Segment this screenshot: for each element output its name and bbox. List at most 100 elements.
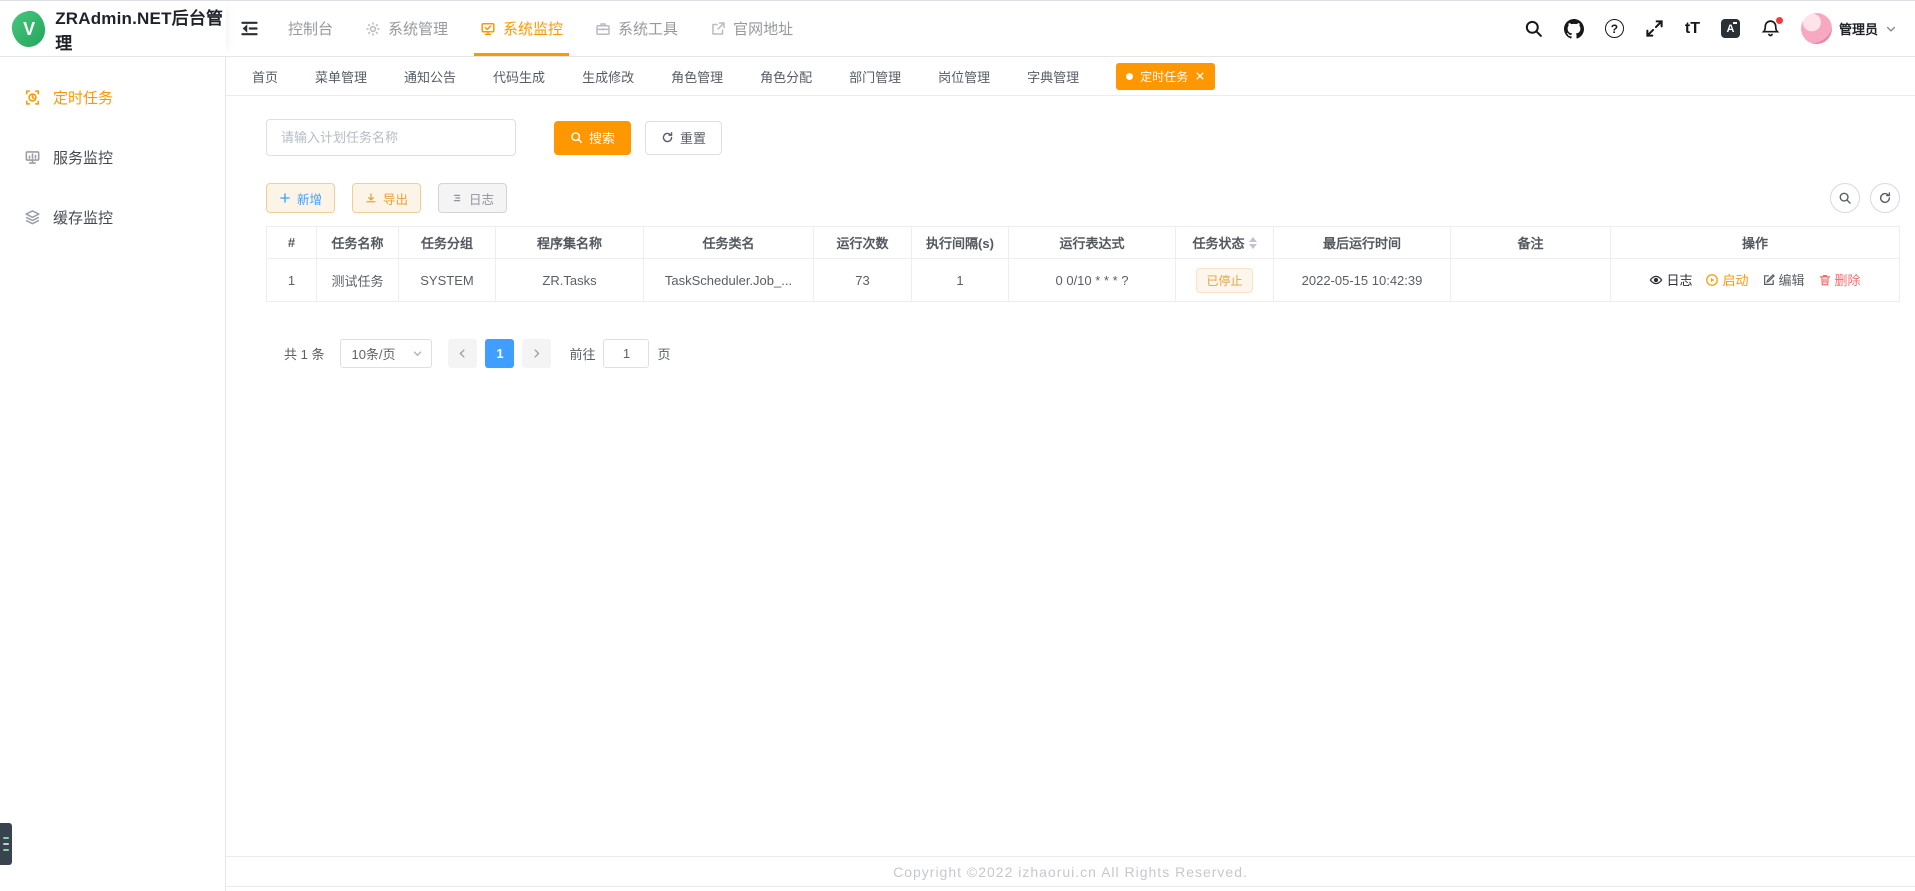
nav-item-system-monitor[interactable]: 系统监控 [464,1,579,56]
tab-role-assign[interactable]: 角色分配 [760,67,812,86]
log-button-label: 日志 [469,189,494,208]
external-link-icon [710,21,726,37]
goto-page-input[interactable] [603,339,649,368]
collapsed-panel-handle[interactable] [0,823,12,865]
cell-task-name: 测试任务 [317,259,399,302]
action-start[interactable]: 启动 [1705,270,1748,289]
status-badge: 已停止 [1196,268,1252,293]
sidebar: 定时任务 服务监控 缓存监控 [0,57,226,891]
nav-item-website[interactable]: 官网地址 [694,1,809,56]
search-button-icon [570,131,583,144]
server-monitor-icon [24,149,41,166]
export-button[interactable]: 导出 [352,183,421,213]
action-edit[interactable]: 编辑 [1762,270,1805,289]
top-nav: 控制台 系统管理 系统监控 [272,1,809,56]
sidebar-label-scheduled-tasks: 定时任务 [53,87,113,108]
notification-badge [1776,17,1783,24]
tab-post-manage[interactable]: 岗位管理 [938,67,990,86]
close-icon[interactable] [1195,71,1205,81]
prev-page-button[interactable] [448,339,477,368]
tab-role-manage[interactable]: 角色管理 [671,67,723,86]
play-circle-icon [1705,273,1719,287]
table-refresh-icon[interactable] [1870,183,1900,213]
col-run-count: 运行次数 [814,227,912,259]
content-area: 搜索 重置 新增 [226,96,1915,891]
sort-carets-icon[interactable] [1249,237,1257,249]
help-icon[interactable]: ? [1605,19,1624,38]
reset-button[interactable]: 重置 [645,121,722,155]
action-log[interactable]: 日志 [1649,270,1692,289]
cell-index: 1 [267,259,317,302]
cell-interval: 1 [912,259,1009,302]
translate-glyph: A [1727,23,1735,35]
user-avatar [1801,13,1832,44]
status-sort-header[interactable]: 任务状态 [1192,233,1256,252]
nav-system-tools-label: 系统工具 [618,18,678,39]
tab-dict-manage[interactable]: 字典管理 [1027,67,1079,86]
table-toolbar: 新增 导出 日志 [266,183,1900,213]
user-name: 管理员 [1839,19,1878,38]
sidebar-fold-icon[interactable] [226,1,272,56]
table-tools [1830,183,1900,213]
col-cron: 运行表达式 [1009,227,1176,259]
topbar: V ZRAdmin.NET后台管理 控制台 系统管理 [0,1,1915,57]
search-button[interactable]: 搜索 [554,121,631,155]
tab-home[interactable]: 首页 [252,67,278,86]
action-delete[interactable]: 删除 [1818,270,1861,289]
tab-code-gen[interactable]: 代码生成 [493,67,545,86]
nav-item-system-tools[interactable]: 系统工具 [579,1,694,56]
col-index: # [267,227,317,259]
plus-icon [279,192,291,204]
timer-icon [24,89,41,106]
search-form: 搜索 重置 [266,119,1900,156]
cell-remark [1451,259,1611,302]
nav-system-manage-label: 系统管理 [388,18,448,39]
col-interval: 执行间隔(s) [912,227,1009,259]
action-start-label: 启动 [1722,270,1748,289]
tab-scheduled-tasks-active[interactable]: 定时任务 [1116,63,1215,90]
table-search-toggle-icon[interactable] [1830,183,1860,213]
reset-button-label: 重置 [680,128,706,147]
list-icon [451,192,463,204]
table-header-row: # 任务名称 任务分组 程序集名称 任务类名 运行次数 执行间隔(s) 运行表达… [267,227,1900,259]
sidebar-item-cache-monitor[interactable]: 缓存监控 [0,191,225,243]
col-assembly: 程序集名称 [496,227,644,259]
page-number-1[interactable]: 1 [485,339,514,368]
tab-gen-edit[interactable]: 生成修改 [582,67,634,86]
refresh-icon [661,131,674,144]
add-button[interactable]: 新增 [266,183,335,213]
cell-cron: 0 0/10 * * * ? [1009,259,1176,302]
nav-item-system-manage[interactable]: 系统管理 [349,1,464,56]
notification-bell-icon[interactable] [1761,19,1780,38]
page-size-select[interactable]: 10条/页 [340,339,432,368]
fullscreen-icon[interactable] [1645,19,1664,38]
task-name-input[interactable] [266,119,516,156]
font-size-icon[interactable]: tT [1685,20,1700,38]
col-actions: 操作 [1611,227,1900,259]
nav-system-monitor-label: 系统监控 [503,18,563,39]
active-tab-label: 定时任务 [1140,68,1188,85]
eye-icon [1649,273,1663,287]
tab-dept-manage[interactable]: 部门管理 [849,67,901,86]
sidebar-item-service-monitor[interactable]: 服务监控 [0,131,225,183]
search-icon[interactable] [1524,19,1543,38]
help-glyph: ? [1611,22,1618,36]
col-task-name: 任务名称 [317,227,399,259]
gear-icon [365,21,381,37]
page-unit-label: 页 [657,344,670,363]
monitor-icon [480,21,496,37]
sidebar-item-scheduled-tasks[interactable]: 定时任务 [0,71,225,123]
log-button[interactable]: 日志 [438,183,507,213]
translate-icon[interactable]: A [1721,19,1740,38]
brand[interactable]: V ZRAdmin.NET后台管理 [0,1,226,56]
row-actions: 日志 启动 [1649,270,1860,289]
user-menu[interactable]: 管理员 [1801,13,1897,44]
cell-last-run: 2022-05-15 10:42:39 [1274,259,1451,302]
github-icon[interactable] [1564,19,1584,39]
tab-menu-manage[interactable]: 菜单管理 [315,67,367,86]
next-page-button[interactable] [522,339,551,368]
tab-notice[interactable]: 通知公告 [404,67,456,86]
nav-item-console[interactable]: 控制台 [272,1,349,56]
nav-website-label: 官网地址 [733,18,793,39]
edit-icon [1762,273,1776,287]
